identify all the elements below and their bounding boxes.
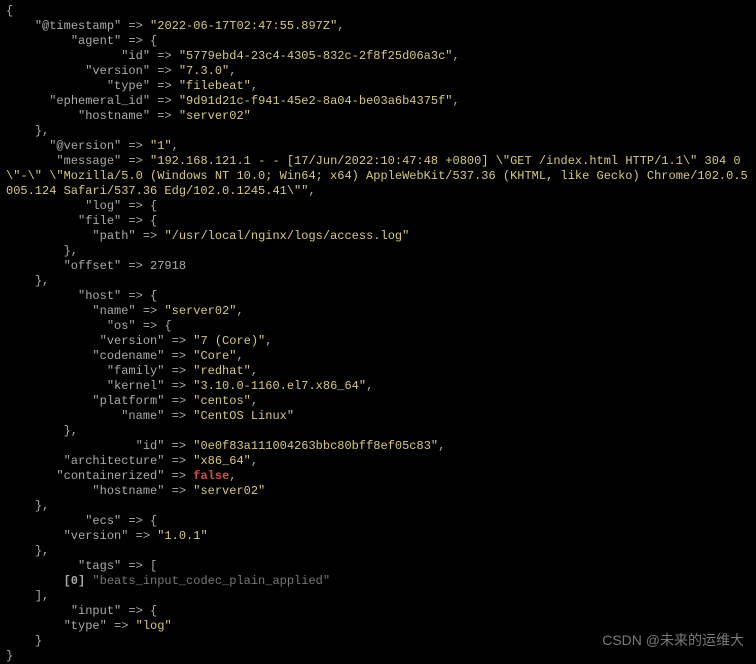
log-output: { "@timestamp" => "2022-06-17T02:47:55.8… <box>6 4 750 664</box>
